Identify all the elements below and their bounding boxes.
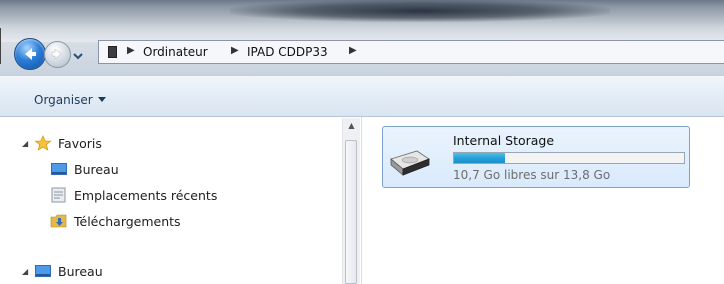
nav-item-desktop[interactable]: Bureau: [50, 159, 119, 179]
content-pane: Internal Storage 10,7 Go libres sur 13,8…: [362, 117, 724, 284]
storage-usage-bar: [453, 152, 685, 164]
back-button[interactable]: [14, 38, 46, 70]
nav-item-downloads[interactable]: Téléchargements: [50, 211, 181, 231]
breadcrumb-computer[interactable]: Ordinateur: [143, 45, 208, 59]
address-bar[interactable]: ▶ Ordinateur ▶ IPAD CDDP33 ▶: [98, 40, 724, 64]
back-arrow-icon: [25, 48, 36, 60]
nav-desktop-label: Bureau: [58, 263, 103, 279]
title-shadow: [230, 0, 610, 22]
downloads-icon: [50, 213, 68, 229]
nav-item-label: Emplacements récents: [74, 187, 218, 203]
nav-scrollbar[interactable]: ▲: [342, 118, 360, 284]
chevron-down-icon: [73, 53, 83, 60]
drive-free-space: 10,7 Go libres sur 13,8 Go: [453, 168, 611, 182]
drive-icon: [387, 145, 431, 179]
nav-desktop-root[interactable]: ◢ Bureau: [22, 261, 103, 281]
window-edge: [0, 28, 1, 64]
navigation-pane: ◢ Favoris Bureau Emplacements récents Té…: [0, 117, 362, 284]
nav-item-recent-places[interactable]: Emplacements récents: [50, 185, 217, 205]
drive-tile[interactable]: Internal Storage 10,7 Go libres sur 13,8…: [382, 126, 690, 188]
nav-favorites[interactable]: ◢ Favoris: [22, 133, 102, 153]
drive-name: Internal Storage: [453, 133, 555, 148]
recent-pages-dropdown[interactable]: [72, 50, 84, 60]
breadcrumb-device[interactable]: IPAD CDDP33: [247, 45, 328, 59]
storage-usage-fill: [454, 153, 505, 163]
breadcrumb-separator-icon[interactable]: ▶: [349, 45, 357, 56]
forward-arrow-icon: [51, 48, 62, 60]
forward-button[interactable]: [44, 41, 71, 68]
star-icon: [34, 135, 52, 151]
scroll-up-icon[interactable]: ▲: [343, 118, 360, 134]
breadcrumb-separator-icon[interactable]: ▶: [127, 45, 135, 56]
command-bar: Organiser: [0, 75, 724, 117]
caret-down-icon: [97, 97, 106, 102]
title-glow: [0, 22, 724, 42]
desktop-icon: [50, 161, 68, 177]
desktop-icon: [34, 263, 52, 279]
computer-icon: [107, 45, 119, 59]
navigation-buttons: [14, 38, 98, 70]
organise-button[interactable]: Organiser: [34, 93, 106, 107]
expanded-triangle-icon[interactable]: ◢: [22, 139, 32, 148]
nav-item-label: Bureau: [74, 161, 119, 177]
scroll-thumb[interactable]: [345, 140, 357, 284]
expanded-triangle-icon[interactable]: ◢: [22, 267, 32, 276]
breadcrumb-separator-icon[interactable]: ▶: [231, 45, 239, 56]
nav-favorites-label: Favoris: [58, 135, 102, 151]
nav-item-label: Téléchargements: [74, 213, 181, 229]
organise-label: Organiser: [34, 93, 93, 107]
recent-places-icon: [50, 187, 68, 203]
